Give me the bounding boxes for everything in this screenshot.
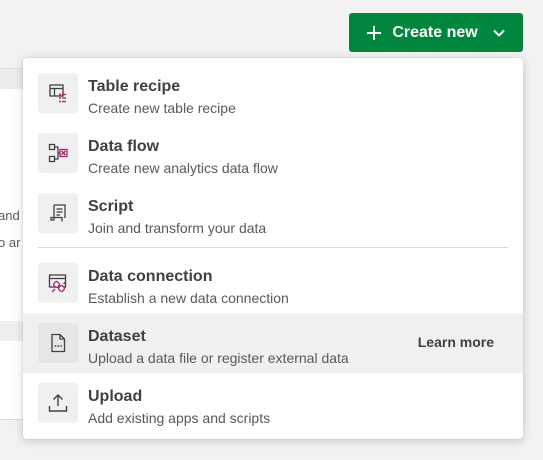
- menu-item-title: Data flow: [88, 138, 160, 155]
- menu-item-title: Script: [88, 198, 134, 215]
- background-text-fragment: o ar: [0, 235, 21, 250]
- menu-item-title: Table recipe: [88, 78, 181, 95]
- menu-item-description: Create new analytics data flow: [88, 160, 278, 176]
- create-new-button[interactable]: Create new: [349, 13, 523, 52]
- menu-item-icon-box: [38, 323, 78, 363]
- menu-item-description: Create new table recipe: [88, 100, 236, 116]
- menu-item-icon-box: [38, 73, 78, 113]
- plus-icon: [367, 25, 382, 40]
- chevron-down-icon: [492, 29, 505, 37]
- data-connection-icon: [48, 274, 67, 293]
- menu-item-upload[interactable]: Upload Add existing apps and scripts: [23, 373, 523, 433]
- dataset-icon: [51, 333, 66, 353]
- learn-more-link[interactable]: Learn more: [418, 334, 494, 350]
- menu-item-table-recipe[interactable]: Table recipe Create new table recipe: [23, 63, 523, 123]
- menu-item-description: Join and transform your data: [88, 220, 267, 236]
- menu-item-icon-box: [38, 193, 78, 233]
- menu-item-title: Dataset: [88, 328, 146, 345]
- menu-item-title: Data connection: [88, 268, 213, 285]
- menu-item-script[interactable]: Script Join and transform your data: [23, 183, 523, 243]
- menu-item-description: Establish a new data connection: [88, 290, 289, 306]
- menu-item-description: Upload a data file or register external …: [88, 350, 349, 366]
- menu-item-description: Add existing apps and scripts: [88, 410, 271, 426]
- menu-item-dataset[interactable]: Dataset Upload a data file or register e…: [23, 313, 523, 373]
- create-new-menu: Table recipe Create new table recipe Dat…: [23, 58, 523, 439]
- data-flow-icon: [48, 143, 68, 163]
- create-new-label: Create new: [392, 23, 478, 41]
- menu-item-icon-box: [38, 383, 78, 423]
- menu-item-title: Upload: [88, 388, 143, 405]
- menu-item-icon-box: [38, 133, 78, 173]
- menu-item-icon-box: [38, 263, 78, 303]
- background-text-fragment: and: [0, 208, 20, 223]
- upload-icon: [48, 394, 68, 412]
- script-icon: [50, 204, 66, 222]
- menu-divider: [38, 247, 508, 248]
- menu-item-data-flow[interactable]: Data flow Create new analytics data flow: [23, 123, 523, 183]
- menu-item-data-connection[interactable]: Data connection Establish a new data con…: [23, 253, 523, 313]
- table-recipe-icon: [49, 84, 66, 103]
